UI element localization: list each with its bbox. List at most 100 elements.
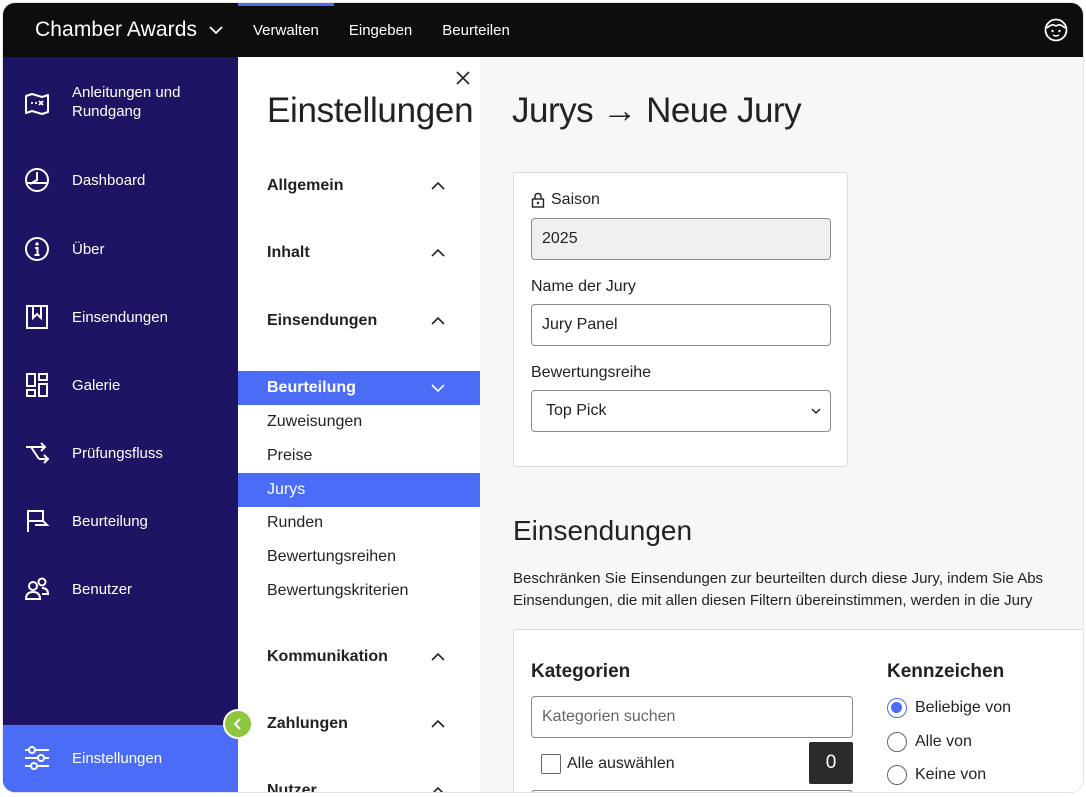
kategorien-list[interactable] bbox=[531, 790, 853, 792]
kategorien-title: Kategorien bbox=[531, 661, 631, 682]
radio-label: Alle von bbox=[915, 733, 972, 750]
info-icon bbox=[23, 235, 51, 263]
sidebar-item-label: Einstellungen bbox=[72, 750, 163, 767]
nav-beurteilen[interactable]: Beurteilen bbox=[427, 3, 525, 57]
settings-item-label: Zuweisungen bbox=[267, 413, 363, 430]
description-line: Einsendungen, die mit allen diesen Filte… bbox=[513, 592, 1033, 609]
radio-label: Keine von bbox=[915, 766, 987, 783]
section-label: Zahlungen bbox=[267, 715, 348, 732]
radio-button[interactable] bbox=[887, 765, 907, 785]
sidebar-item-label: Dashboard bbox=[72, 172, 146, 189]
nav-eingeben[interactable]: Eingeben bbox=[334, 3, 427, 57]
section-zahlungen[interactable]: Zahlungen bbox=[238, 707, 480, 741]
jury-name-input[interactable]: Jury Panel bbox=[531, 304, 831, 346]
collapse-sidebar-button[interactable] bbox=[223, 709, 253, 739]
settings-item-bewertungsreihen[interactable]: Bewertungsreihen bbox=[238, 540, 480, 574]
chevron-down-icon bbox=[431, 384, 445, 393]
main-content: Jurys → Neue Jury Saison 2025 Name der J… bbox=[480, 57, 1083, 792]
select-all-label: Alle auswählen bbox=[567, 755, 675, 772]
chevron-up-icon bbox=[431, 181, 445, 190]
sidebar-item-label: Prüfungsfluss bbox=[72, 445, 163, 462]
settings-item-label: Bewertungskriterien bbox=[267, 582, 409, 599]
radio-button[interactable] bbox=[887, 732, 907, 752]
lock-icon bbox=[531, 192, 545, 208]
flag-icon bbox=[23, 507, 51, 535]
settings-item-label: Jurys bbox=[267, 481, 306, 498]
flow-icon bbox=[23, 439, 51, 467]
chevron-up-icon bbox=[431, 316, 445, 325]
saison-label: Saison bbox=[531, 191, 600, 209]
kategorien-search-input[interactable]: Kategorien suchen bbox=[531, 696, 853, 738]
close-icon[interactable] bbox=[454, 69, 472, 87]
app-window: Chamber Awards Verwalten Eingeben Beurte… bbox=[3, 3, 1083, 792]
main-sidebar: Anleitungen und Rundgang Dashboard Über … bbox=[3, 57, 238, 792]
sidebar-item-galerie[interactable]: Galerie bbox=[3, 368, 238, 402]
settings-item-label: Runden bbox=[267, 514, 324, 531]
select-all-checkbox-row[interactable]: Alle auswählen bbox=[541, 754, 675, 774]
sidebar-item-label: Galerie bbox=[72, 377, 121, 394]
reihe-label: Bewertungsreihe bbox=[531, 364, 652, 381]
radio-label: Beliebige von bbox=[915, 699, 1012, 716]
sidebar-item-einstellungen[interactable]: Einstellungen bbox=[3, 725, 238, 792]
section-label: Einsendungen bbox=[267, 312, 378, 329]
bookmark-icon bbox=[23, 303, 51, 331]
chevron-down-icon bbox=[209, 26, 223, 35]
kennzeichen-title: Kennzeichen bbox=[887, 661, 1005, 682]
chevron-down-icon bbox=[811, 408, 821, 414]
app-switcher[interactable]: Chamber Awards bbox=[35, 3, 225, 57]
section-beurteilung[interactable]: Beurteilung bbox=[238, 371, 480, 405]
sidebar-item-benutzer[interactable]: Benutzer bbox=[3, 572, 238, 606]
map-icon bbox=[23, 90, 51, 118]
section-nutzer[interactable]: Nutzer bbox=[238, 774, 480, 792]
settings-item-bewertungskriterien[interactable]: Bewertungskriterien bbox=[238, 574, 480, 608]
bewertungsreihe-select[interactable]: Top Pick bbox=[531, 390, 831, 432]
sidebar-item-anleitungen[interactable]: Anleitungen und Rundgang bbox=[3, 77, 238, 131]
sidebar-item-label: Anleitungen und Rundgang bbox=[72, 84, 181, 120]
sidebar-item-ueber[interactable]: Über bbox=[3, 232, 238, 266]
gallery-icon bbox=[23, 371, 51, 399]
settings-item-zuweisungen[interactable]: Zuweisungen bbox=[238, 405, 480, 439]
settings-item-runden[interactable]: Runden bbox=[238, 506, 480, 540]
section-kommunikation[interactable]: Kommunikation bbox=[238, 640, 480, 674]
jury-form-card: Saison 2025 Name der Jury Jury Panel Bew… bbox=[513, 172, 848, 467]
sidebar-item-einsendungen[interactable]: Einsendungen bbox=[3, 300, 238, 334]
section-label: Beurteilung bbox=[267, 379, 356, 396]
sidebar-item-beurteilung[interactable]: Beurteilung bbox=[3, 504, 238, 538]
radio-button[interactable] bbox=[887, 698, 907, 718]
section-label: Kommunikation bbox=[267, 648, 388, 665]
selected-count-badge: 0 bbox=[809, 742, 853, 784]
chevron-up-icon bbox=[432, 786, 444, 792]
description-line: Beschränken Sie Einsendungen zur beurtei… bbox=[513, 570, 1044, 587]
sidebar-item-label: Einsendungen bbox=[72, 309, 168, 326]
section-inhalt[interactable]: Inhalt bbox=[238, 236, 480, 270]
section-einsendungen[interactable]: Einsendungen bbox=[238, 304, 480, 338]
settings-item-preise[interactable]: Preise bbox=[238, 439, 480, 473]
chevron-up-icon bbox=[431, 719, 445, 728]
dashboard-gauge-icon bbox=[23, 166, 51, 194]
user-avatar-icon[interactable] bbox=[1043, 17, 1069, 43]
settings-title: Einstellungen bbox=[267, 91, 474, 130]
radio-beliebige[interactable]: Beliebige von bbox=[887, 698, 1011, 718]
chevron-left-icon bbox=[233, 718, 241, 730]
nav-verwalten[interactable]: Verwalten bbox=[238, 3, 334, 57]
sidebar-item-pruefungsfluss[interactable]: Prüfungsfluss bbox=[3, 436, 238, 470]
section-allgemein[interactable]: Allgemein bbox=[238, 169, 480, 203]
settings-panel: Einstellungen Allgemein Inhalt Einsendun… bbox=[238, 57, 480, 792]
select-all-checkbox[interactable] bbox=[541, 754, 561, 774]
einsendungen-description: Beschränken Sie Einsendungen zur beurtei… bbox=[513, 568, 1043, 612]
settings-item-jurys[interactable]: Jurys bbox=[238, 473, 480, 507]
radio-keine[interactable]: Keine von bbox=[887, 765, 986, 785]
radio-alle[interactable]: Alle von bbox=[887, 732, 972, 752]
select-value: Top Pick bbox=[546, 402, 607, 419]
settings-item-label: Preise bbox=[267, 447, 313, 464]
app-name: Chamber Awards bbox=[35, 18, 198, 41]
name-label: Name der Jury bbox=[531, 278, 636, 295]
settings-item-label: Bewertungsreihen bbox=[267, 548, 396, 565]
sidebar-item-label: Benutzer bbox=[72, 581, 133, 598]
chevron-up-icon bbox=[431, 248, 445, 257]
sidebar-item-dashboard[interactable]: Dashboard bbox=[3, 163, 238, 197]
saison-field: 2025 bbox=[531, 218, 831, 260]
einsendungen-section-title: Einsendungen bbox=[513, 515, 693, 546]
section-label: Allgemein bbox=[267, 177, 344, 194]
page-title: Jurys → Neue Jury bbox=[512, 91, 802, 130]
